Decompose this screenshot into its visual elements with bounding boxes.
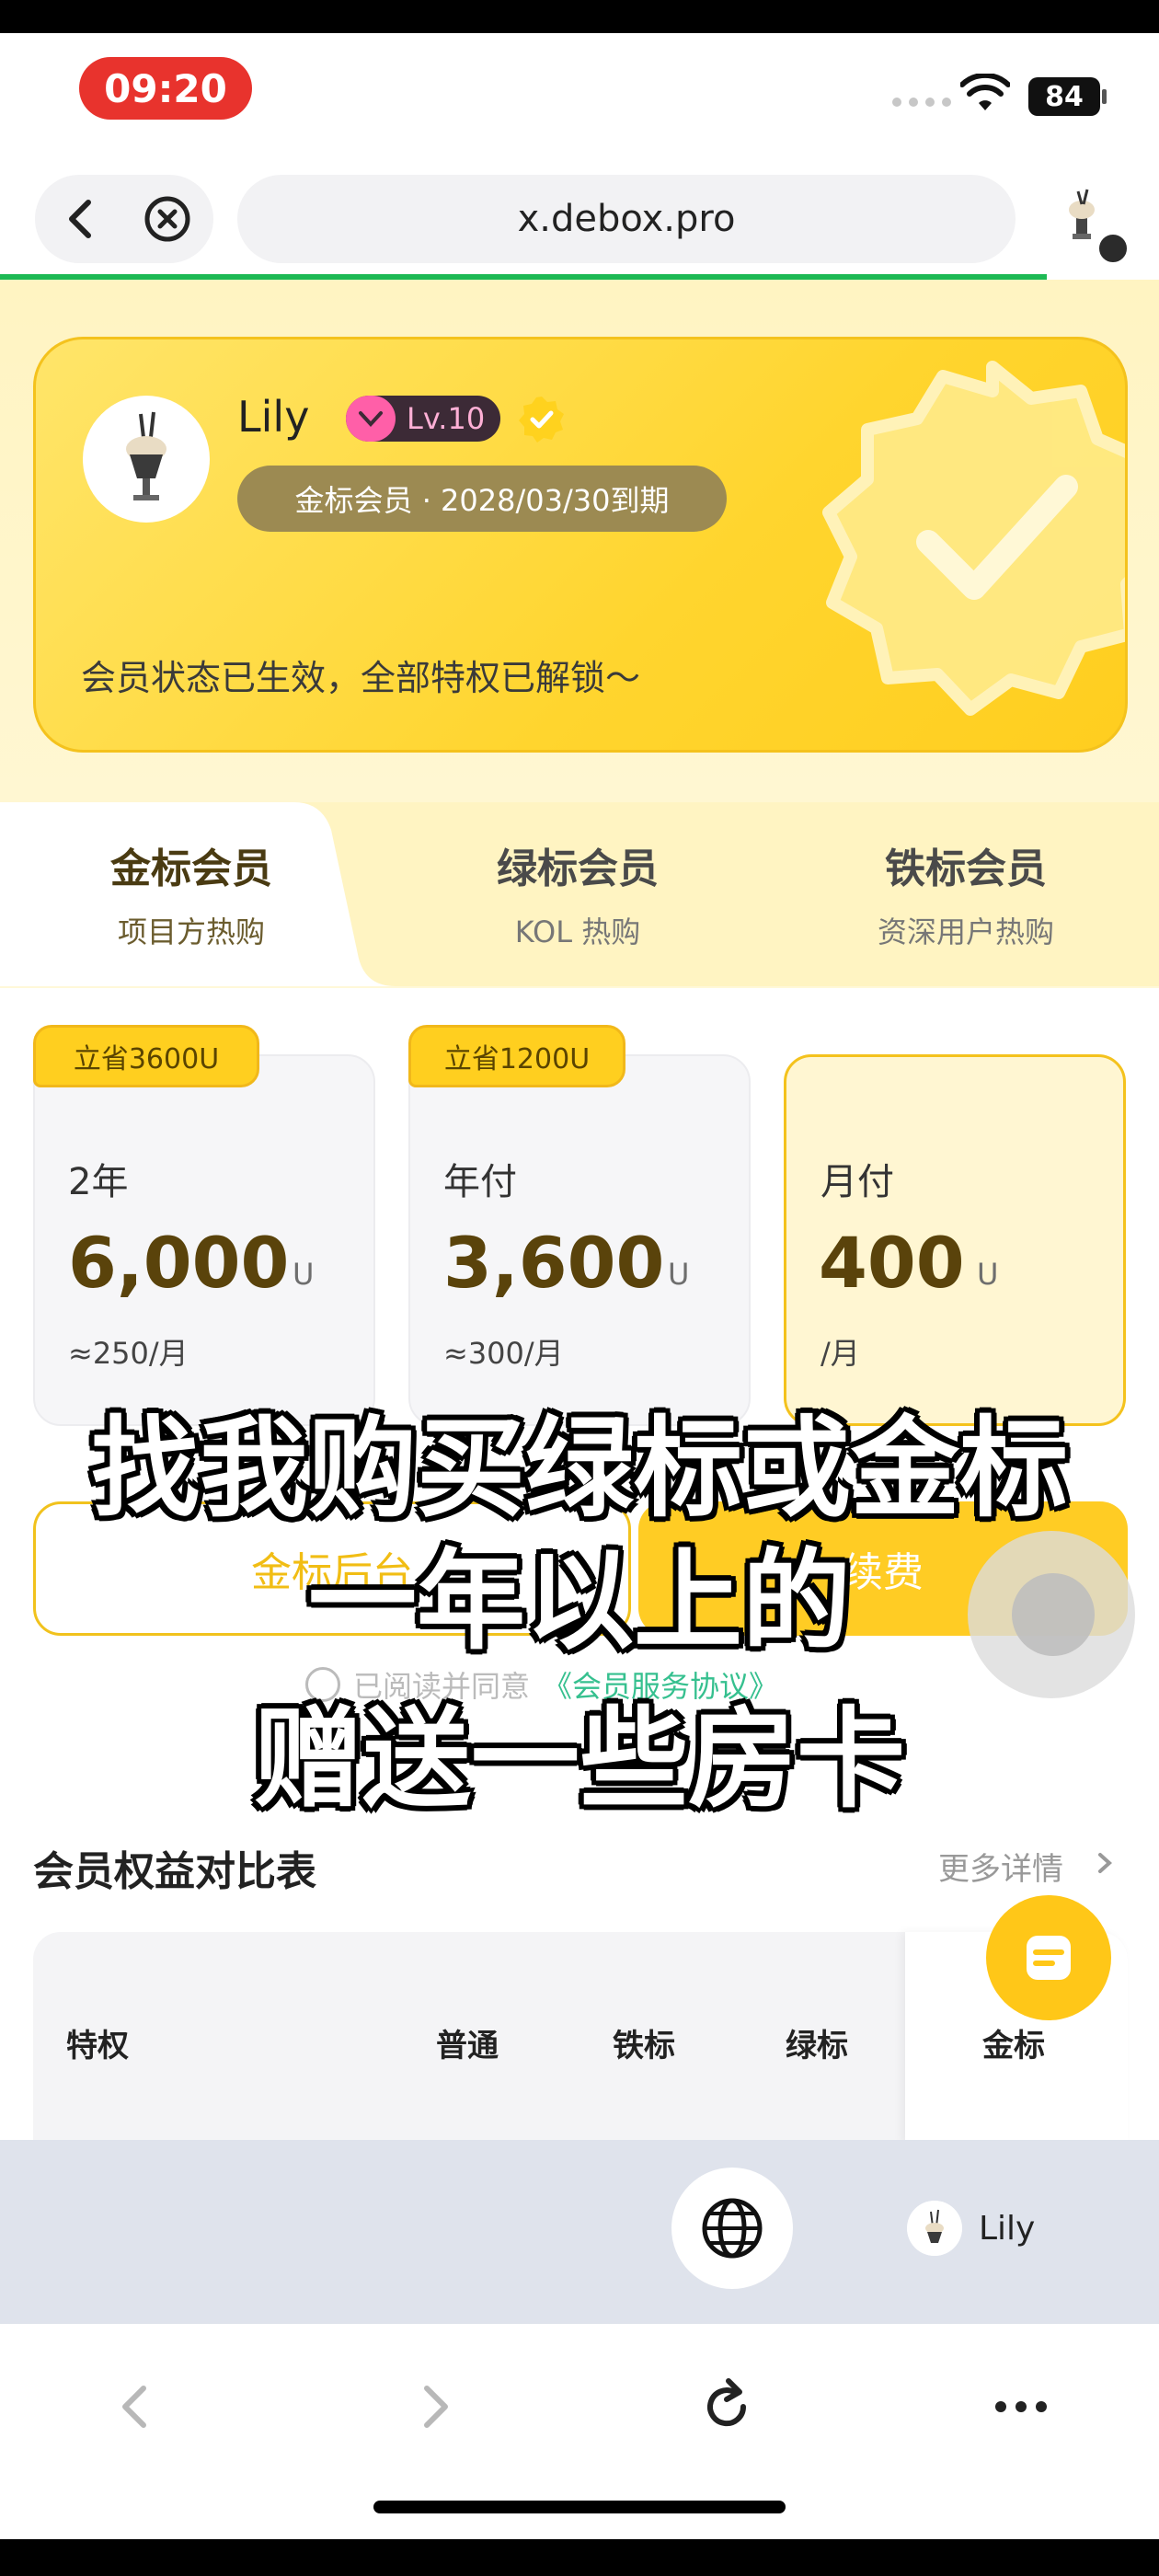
- signal-icon: [892, 98, 951, 107]
- comparison-header-green: 绿标: [786, 2028, 848, 2064]
- user-chip[interactable]: Lily: [907, 2201, 1035, 2256]
- globe-icon: [702, 2198, 763, 2259]
- browser-toolbar: [0, 2324, 1159, 2576]
- comparison-header-gold: 金标: [982, 2028, 1045, 2064]
- tab-gold-subtitle: 项目方热购: [117, 914, 265, 949]
- reload-icon[interactable]: [690, 2370, 763, 2444]
- top-edge: [0, 0, 1159, 33]
- profile-avatar[interactable]: [83, 396, 210, 523]
- battery-indicator: 84: [1028, 77, 1100, 116]
- tab-green[interactable]: 绿标会员 KOL 热购: [412, 835, 743, 951]
- plan-price: 400: [819, 1222, 965, 1304]
- badge-decoration-icon: [822, 361, 1125, 716]
- tab-green-subtitle: KOL 热购: [514, 914, 641, 949]
- url-bar[interactable]: x.debox.pro: [237, 175, 1016, 263]
- user-chip-name: Lily: [979, 2209, 1036, 2248]
- close-circle-icon[interactable]: [142, 193, 193, 245]
- comparison-title: 会员权益对比表: [33, 1848, 316, 1895]
- account-badge-icon: [1096, 232, 1130, 265]
- plan-unit: U: [293, 1257, 315, 1292]
- comparison-more-link[interactable]: 更多详情: [938, 1844, 1063, 1889]
- battery-tip: [1102, 89, 1107, 104]
- bottom-edge: [0, 2539, 1159, 2576]
- verified-icon: [519, 397, 564, 443]
- comparison-header-privilege: 特权: [66, 2028, 129, 2064]
- plan-unit: U: [977, 1257, 999, 1292]
- profile-name: Lily: [237, 392, 310, 442]
- plan-price: 6,000: [68, 1222, 290, 1304]
- level-badge: Lv.10: [346, 396, 500, 442]
- overlay-caption-line2: 一年以上的: [307, 1537, 851, 1664]
- overlay-caption-line3: 赠送一些房卡: [253, 1696, 905, 1823]
- membership-expiry: 金标会员 · 2028/03/30到期: [237, 466, 727, 532]
- plan-price: 3,600: [443, 1222, 665, 1304]
- wifi-icon: [960, 74, 1010, 110]
- comparison-header-normal: 普通: [436, 2028, 499, 2064]
- plan-unit: U: [668, 1257, 690, 1292]
- plan-label: 2年: [68, 1161, 129, 1203]
- chat-button[interactable]: [986, 1895, 1111, 2020]
- tab-gold[interactable]: 金标会员 项目方热购: [26, 835, 357, 951]
- tab-gold-title: 金标会员: [110, 845, 272, 892]
- status-time: 09:20: [79, 57, 252, 120]
- page: 09:20 84 x.debox.pro Lily Lv.10 金标会员 · 2…: [0, 0, 1159, 2576]
- tab-iron-subtitle: 资深用户热购: [877, 914, 1054, 949]
- plan-label: 月付: [820, 1161, 894, 1203]
- globe-button[interactable]: [671, 2168, 793, 2289]
- back-icon[interactable]: [99, 2370, 173, 2444]
- back-icon[interactable]: [53, 190, 109, 248]
- chat-icon: [1027, 1936, 1071, 1980]
- forward-icon[interactable]: [397, 2370, 471, 2444]
- save-tag: 立省1200U: [408, 1025, 625, 1087]
- plan-per-month: ≈300/月: [443, 1336, 564, 1371]
- home-indicator[interactable]: [373, 2501, 786, 2513]
- tab-green-title: 绿标会员: [497, 845, 659, 892]
- chevron-right-icon[interactable]: [1093, 1849, 1117, 1877]
- plan-per-month: /月: [820, 1336, 860, 1371]
- membership-status-message: 会员状态已生效，全部特权已解锁～: [81, 658, 641, 698]
- heart-icon: [346, 396, 396, 442]
- comparison-header-iron: 铁标: [613, 2028, 675, 2064]
- tab-iron[interactable]: 铁标会员 资深用户热购: [800, 835, 1131, 951]
- tab-iron-title: 铁标会员: [885, 845, 1047, 892]
- more-icon[interactable]: [984, 2370, 1058, 2444]
- plan-per-month: ≈250/月: [68, 1336, 189, 1371]
- user-chip-avatar: [907, 2201, 962, 2256]
- plan-label: 年付: [443, 1161, 517, 1203]
- save-tag: 立省3600U: [33, 1025, 259, 1087]
- level-text: Lv.10: [407, 401, 486, 436]
